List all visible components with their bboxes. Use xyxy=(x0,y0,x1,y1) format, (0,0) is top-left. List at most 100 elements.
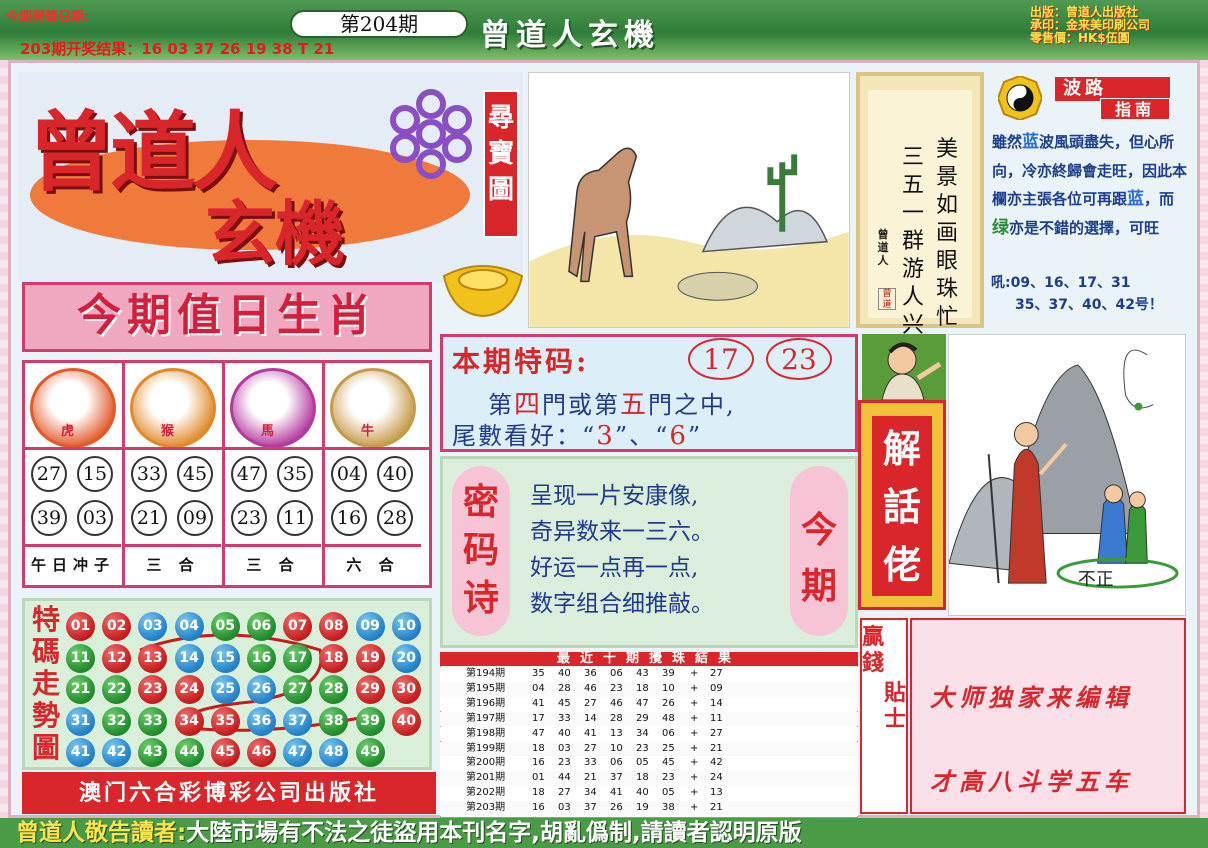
special-number-1: 17 xyxy=(688,338,754,380)
results-number: 06 xyxy=(662,727,675,739)
results-number: 27 xyxy=(584,697,597,709)
results-number: 09 xyxy=(710,682,723,694)
results-row: 第199期 18 03 27 10 23 25 +21 xyxy=(440,741,858,757)
results-number: 06 xyxy=(610,757,623,769)
secret-poem-line: 呈现一片安康像, xyxy=(530,483,699,509)
treasure-map-tag: 尋寶圖 xyxy=(483,90,519,238)
trend-title: 特碼走勢圖 xyxy=(28,604,64,764)
results-issue: 第194期 xyxy=(466,668,506,679)
trend-ball: 19 xyxy=(355,643,385,673)
trend-ball: 31 xyxy=(66,706,95,736)
poem-signature: 曾道人 xyxy=(877,228,889,267)
wave-guide-text: 雖然蓝波風頭盡失，但心所向，冷亦終歸會走旺，因此本欄亦主張各位可再跟蓝，而绿亦是… xyxy=(992,128,1188,242)
secret-poem-tag-text: 密码诗 xyxy=(462,481,499,619)
hint-text: 門之中, xyxy=(648,391,736,419)
results-number: 26 xyxy=(662,697,675,709)
zodiac-number: 28 xyxy=(377,500,413,536)
results-number: 23 xyxy=(558,757,571,769)
trend-ball: 45 xyxy=(210,738,240,767)
trend-ball: 05 xyxy=(210,612,240,641)
trend-ball: 09 xyxy=(355,612,385,641)
trend-ball: 32 xyxy=(102,706,132,736)
results-number: 16 xyxy=(532,757,545,769)
results-number: 06 xyxy=(610,668,623,679)
results-plus: + xyxy=(690,712,699,724)
results-plus: + xyxy=(690,727,699,739)
trend-ball: 25 xyxy=(210,675,240,704)
hint-text: ” xyxy=(687,422,703,450)
trend-ball: 26 xyxy=(247,675,276,704)
trend-ball: 14 xyxy=(174,643,204,673)
results-issue: 第201期 xyxy=(466,772,506,784)
zodiac-number: 27 xyxy=(31,456,67,492)
trend-ball: 37 xyxy=(283,706,313,736)
horse-illustration xyxy=(528,72,850,328)
treasure-map-label: 尋寶圖 xyxy=(488,103,515,205)
trend-ball: 44 xyxy=(174,738,204,767)
results-number: 38 xyxy=(662,802,675,814)
secret-poem-line: 奇异数来一三六。 xyxy=(530,519,714,545)
zodiac-number: 11 xyxy=(277,500,313,536)
tips-label-tips: 貼士 xyxy=(884,680,906,732)
results-number: 43 xyxy=(636,668,649,679)
results-number: 29 xyxy=(636,712,649,724)
price-line: 零售價：HK$伍圓 xyxy=(1030,31,1130,45)
wave-numbers-line: 吼:09、16、17、31 xyxy=(991,275,1131,291)
results-number: 18 xyxy=(636,772,649,784)
zodiac-footer: 六 合 xyxy=(325,544,421,580)
results-number: 18 xyxy=(532,742,545,754)
results-number: 33 xyxy=(584,757,597,769)
wave-guide-numbers: 吼:09、16、17、31 35、37、40、42号！ xyxy=(991,272,1190,316)
trend-ball: 27 xyxy=(283,675,313,704)
results-number: 01 xyxy=(532,772,545,784)
results-number: 37 xyxy=(584,802,597,814)
poem-left-column: 三五一群游人兴 xyxy=(902,145,925,338)
tips-label-win: 贏錢 xyxy=(862,624,884,676)
results-number: 41 xyxy=(610,787,623,799)
results-number: 14 xyxy=(584,712,597,724)
trend-ball: 36 xyxy=(247,706,276,736)
zodiac-number: 47 xyxy=(231,456,267,492)
trend-ball: 10 xyxy=(391,612,421,641)
results-plus: + xyxy=(690,802,699,814)
zodiac-number: 09 xyxy=(177,500,213,536)
banner-title: 曾道人玄機 xyxy=(480,18,660,53)
zodiac-number: 16 xyxy=(331,500,367,536)
trend-ball: 11 xyxy=(66,643,95,673)
results-number: 40 xyxy=(558,727,571,739)
zodiac-number: 15 xyxy=(77,456,113,492)
this-issue-tag: 今期 xyxy=(790,466,848,636)
trend-ball: 38 xyxy=(319,706,349,736)
tips-label-text: 貼士 xyxy=(884,680,907,732)
notice-heading: 曾道人敬告讀者: xyxy=(16,820,187,846)
results-row: 第197期 17 33 14 28 29 48 +11 xyxy=(440,711,858,727)
trend-ball: 30 xyxy=(391,675,421,704)
zodiac-animal-label: 牛 xyxy=(361,424,375,439)
results-number: 10 xyxy=(662,682,675,694)
results-number: 27 xyxy=(710,727,723,739)
wave-word-green: 绿 xyxy=(992,217,1009,238)
zodiac-animal-label: 虎 xyxy=(61,424,75,439)
results-number: 23 xyxy=(636,742,649,754)
results-number: 40 xyxy=(558,668,571,679)
results-row: 第203期 16 03 37 26 19 38 +21 xyxy=(440,801,858,816)
results-row: 第195期 04 28 46 23 18 10 +09 xyxy=(440,681,858,697)
secret-poem-tag: 密码诗 xyxy=(452,466,510,636)
results-number: 47 xyxy=(636,697,649,709)
tips-label-text: 贏錢 xyxy=(862,624,885,676)
previous-result: 203期开奖结果：16 03 37 26 19 38 T 21 xyxy=(20,40,335,58)
results-number: 21 xyxy=(584,772,597,784)
results-issue: 第203期 xyxy=(466,802,506,814)
trend-ball: 06 xyxy=(247,612,276,641)
zodiac-footer: 三 合 xyxy=(225,544,321,580)
results-plus: + xyxy=(690,742,699,754)
results-number: 48 xyxy=(662,712,675,724)
secret-poem-lines: 呈现一片安康像, 奇异数来一三六。 好运一点再一点, 数字组合细推敲。 xyxy=(530,478,792,622)
hint-text: 第 xyxy=(488,391,514,419)
results-plus: + xyxy=(690,668,699,679)
special-code-title: 本期特码: xyxy=(452,345,590,378)
poem-right-column: 美景如画眼珠忙 xyxy=(936,137,959,330)
trend-ball: 01 xyxy=(66,612,95,641)
trend-ball: 22 xyxy=(102,675,132,704)
results-number: 45 xyxy=(558,697,571,709)
